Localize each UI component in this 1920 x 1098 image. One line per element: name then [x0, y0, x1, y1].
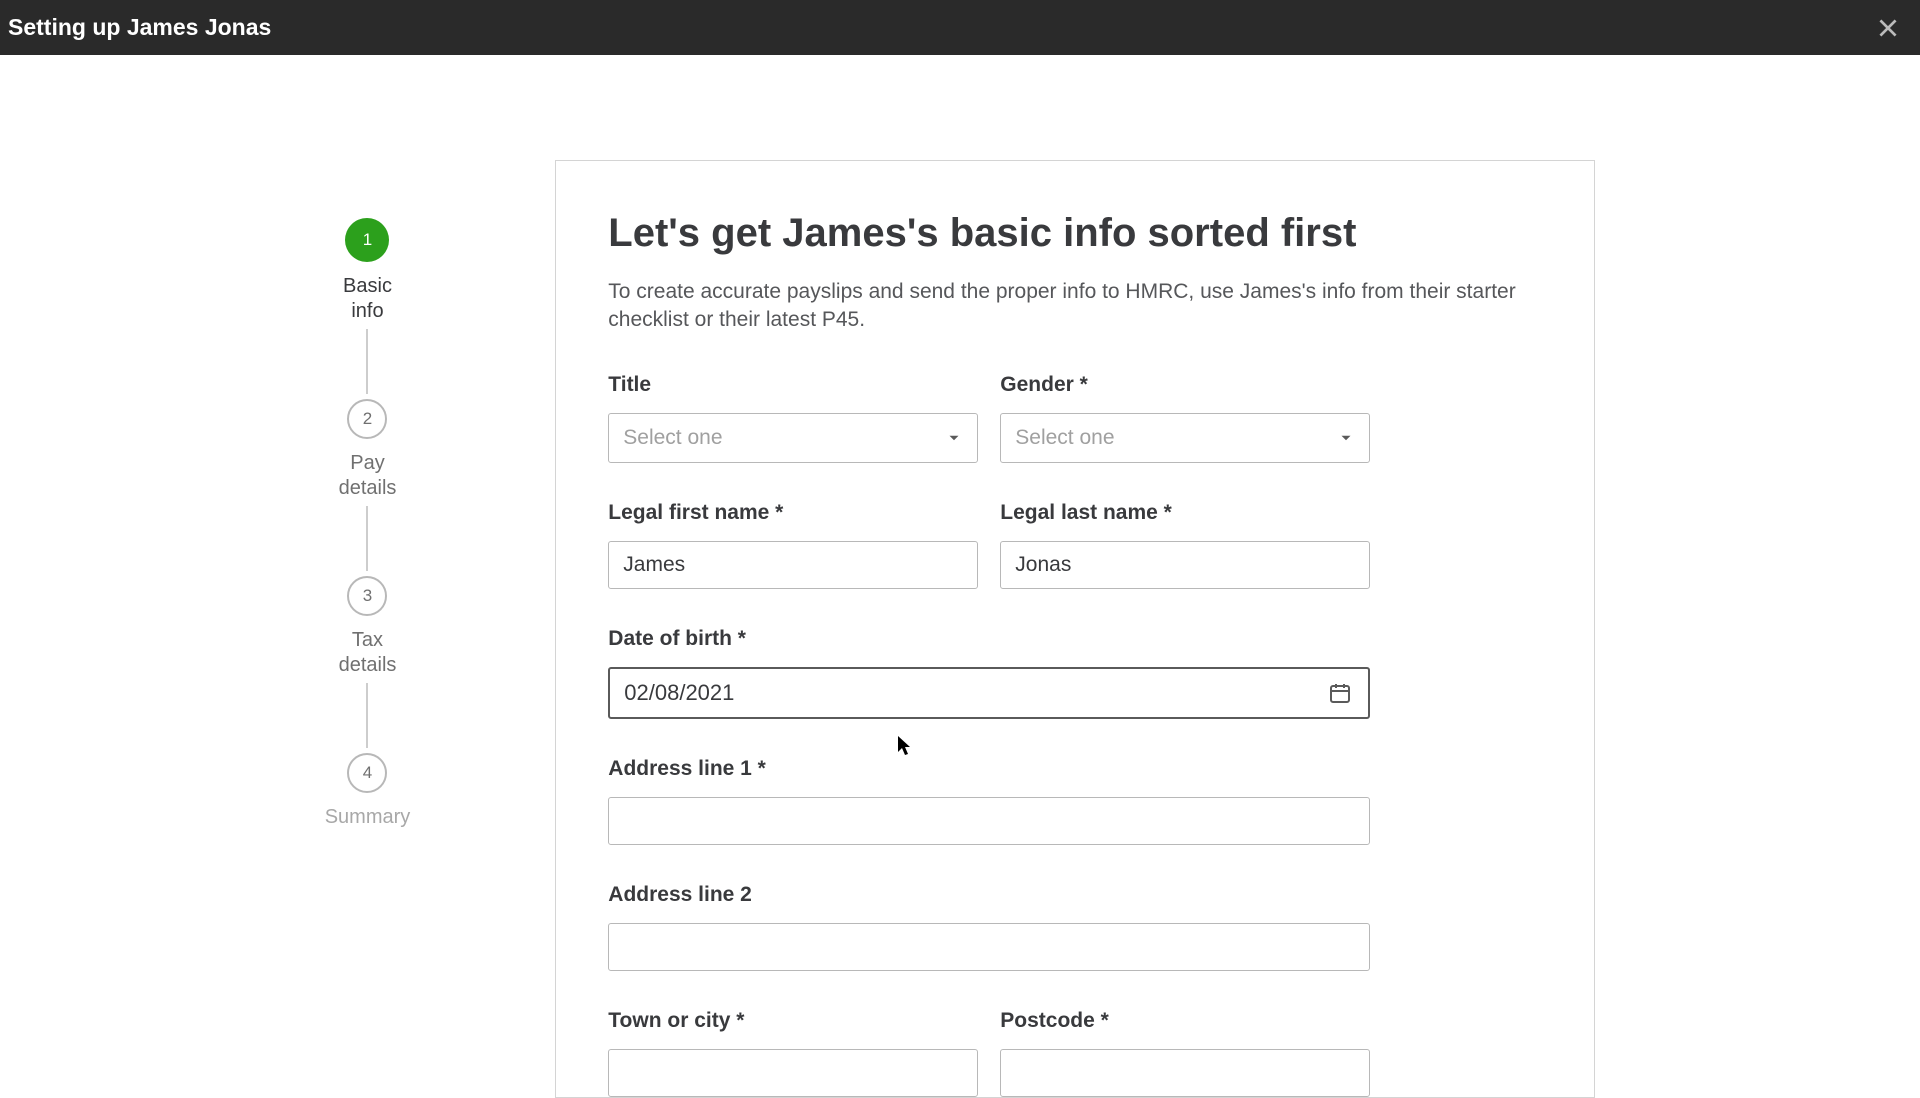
chevron-down-icon	[945, 429, 963, 447]
step-number: 2	[347, 399, 387, 439]
address1-input[interactable]	[608, 797, 1370, 845]
step-number: 4	[347, 753, 387, 793]
postcode-label: Postcode *	[1000, 1009, 1370, 1033]
dob-input[interactable]	[608, 667, 1370, 719]
step-pay-details[interactable]: 2 Pay details	[339, 399, 397, 501]
dob-label: Date of birth *	[608, 627, 1370, 651]
form-group-gender: Gender * Select one	[1000, 373, 1370, 463]
modal-content: 1 Basic info 2 Pay details 3 Tax details…	[0, 55, 1920, 1098]
gender-select-placeholder: Select one	[1015, 426, 1114, 450]
form-group-postcode: Postcode *	[1000, 1009, 1370, 1097]
step-number: 3	[347, 576, 387, 616]
step-label: Pay details	[339, 451, 397, 501]
address1-label: Address line 1 *	[608, 757, 1370, 781]
form-row: Town or city * Postcode *	[608, 1009, 1370, 1097]
title-select[interactable]: Select one	[608, 413, 978, 463]
progress-stepper: 1 Basic info 2 Pay details 3 Tax details…	[325, 218, 411, 1098]
address2-label: Address line 2	[608, 883, 1370, 907]
title-select-placeholder: Select one	[623, 426, 722, 450]
step-basic-info[interactable]: 1 Basic info	[343, 218, 392, 324]
step-number: 1	[345, 218, 389, 262]
step-tax-details[interactable]: 3 Tax details	[339, 576, 397, 678]
dob-input-wrapper	[608, 667, 1370, 719]
first-name-input[interactable]	[608, 541, 978, 589]
form-row: Title Select one Gender * Select one	[608, 373, 1370, 463]
town-label: Town or city *	[608, 1009, 978, 1033]
modal-title: Setting up James Jonas	[8, 14, 271, 41]
form-subtext: To create accurate payslips and send the…	[608, 278, 1542, 335]
chevron-down-icon	[1337, 429, 1355, 447]
gender-label: Gender *	[1000, 373, 1370, 397]
form-group-address2: Address line 2	[608, 883, 1370, 971]
step-summary[interactable]: 4 Summary	[325, 753, 411, 830]
form-card: Let's get James's basic info sorted firs…	[555, 160, 1595, 1098]
step-label: Tax details	[339, 628, 397, 678]
form-row: Date of birth *	[608, 627, 1370, 719]
step-connector	[366, 329, 368, 394]
first-name-label: Legal first name *	[608, 501, 978, 525]
gender-select[interactable]: Select one	[1000, 413, 1370, 463]
last-name-label: Legal last name *	[1000, 501, 1370, 525]
form-group-address1: Address line 1 *	[608, 757, 1370, 845]
step-connector	[366, 506, 368, 571]
title-label: Title	[608, 373, 978, 397]
address2-input[interactable]	[608, 923, 1370, 971]
close-icon	[1875, 15, 1901, 41]
town-input[interactable]	[608, 1049, 978, 1097]
form-row: Address line 1 *	[608, 757, 1370, 845]
postcode-input[interactable]	[1000, 1049, 1370, 1097]
form-row: Legal first name * Legal last name *	[608, 501, 1370, 589]
close-button[interactable]	[1864, 4, 1912, 52]
form-heading: Let's get James's basic info sorted firs…	[608, 211, 1542, 256]
form-row: Address line 2	[608, 883, 1370, 971]
form-group-last-name: Legal last name *	[1000, 501, 1370, 589]
last-name-input[interactable]	[1000, 541, 1370, 589]
step-label: Basic info	[343, 274, 392, 324]
form-group-title: Title Select one	[608, 373, 978, 463]
form-group-dob: Date of birth *	[608, 627, 1370, 719]
modal-header: Setting up James Jonas	[0, 0, 1920, 55]
step-label: Summary	[325, 805, 411, 830]
step-connector	[366, 683, 368, 748]
form-group-first-name: Legal first name *	[608, 501, 978, 589]
form-group-town: Town or city *	[608, 1009, 978, 1097]
